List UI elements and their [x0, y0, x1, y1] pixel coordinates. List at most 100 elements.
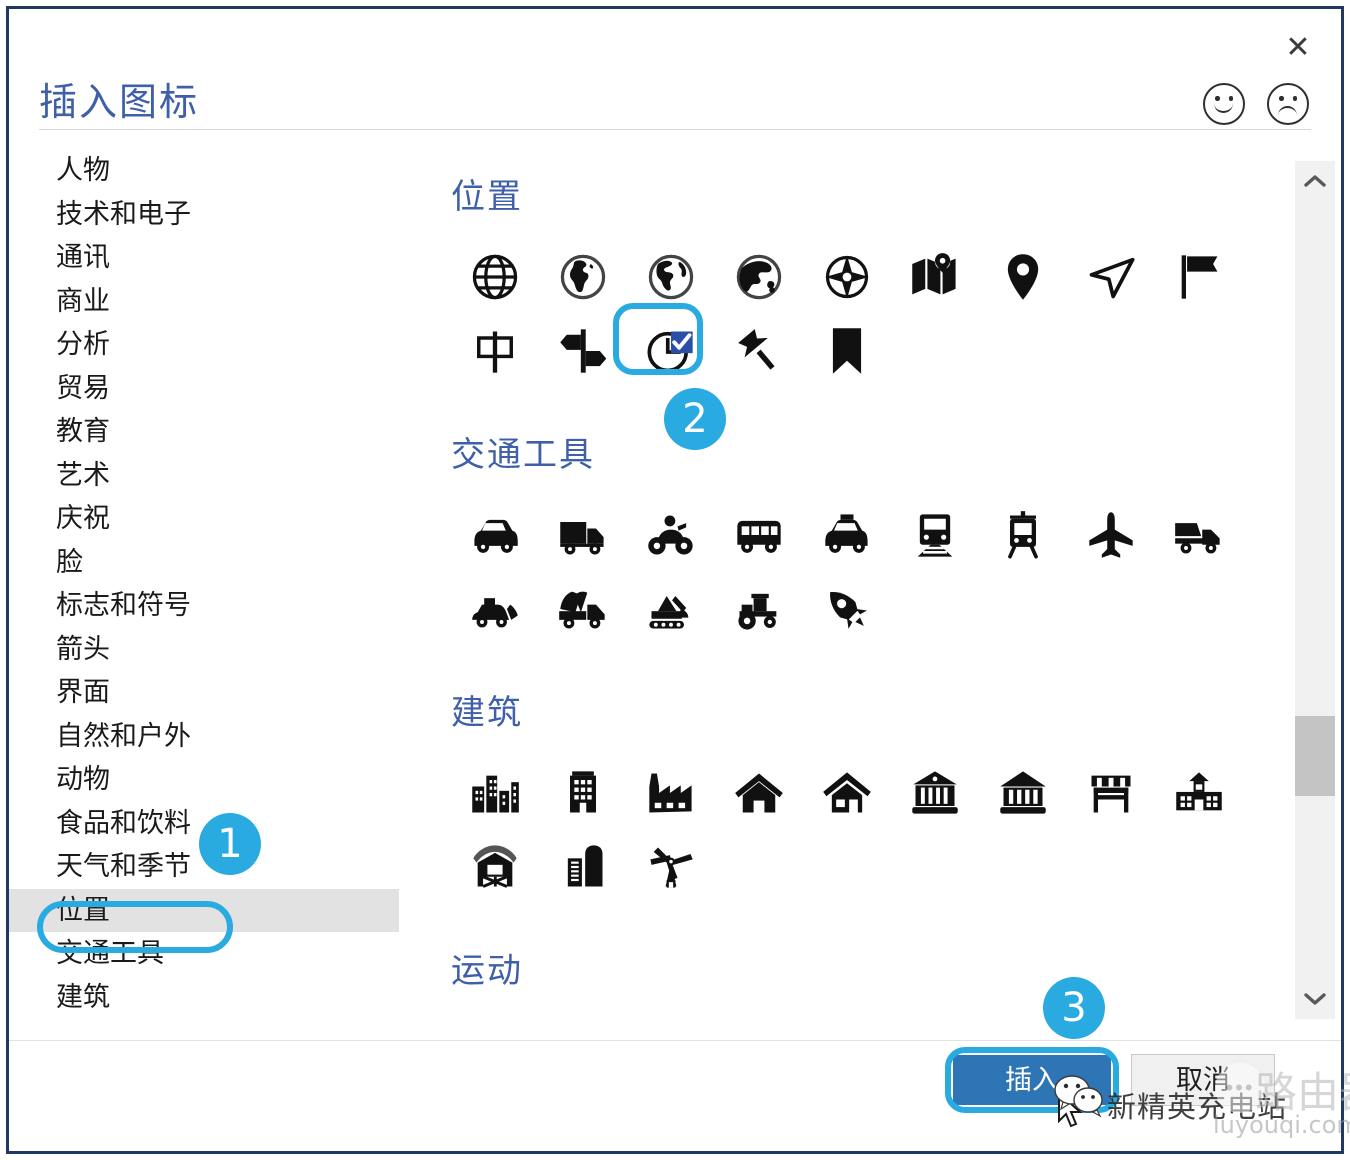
smiley-eye-left — [1215, 96, 1220, 101]
cement-mixer-icon[interactable] — [539, 572, 627, 646]
annotation-badge-3: 3 — [1043, 977, 1105, 1039]
signpost-icon[interactable] — [451, 314, 539, 388]
sidebar-item-label: 建筑 — [56, 982, 110, 1012]
bookmark-icon[interactable] — [803, 314, 891, 388]
tram-icon[interactable] — [979, 498, 1067, 572]
gallery-scrollbar[interactable] — [1295, 161, 1335, 1019]
globe-wireframe-icon[interactable] — [451, 240, 539, 314]
icon-row-group — [451, 498, 1261, 646]
scroll-down-arrow[interactable] — [1295, 979, 1335, 1019]
site-watermark-url: luyouqi.com — [1213, 1111, 1350, 1139]
sidebar-item-6[interactable]: 教育 — [9, 410, 429, 454]
sidebar-item-4[interactable]: 分析 — [9, 323, 429, 367]
snowplow-icon[interactable] — [451, 572, 539, 646]
city-skyline-icon[interactable] — [451, 756, 539, 830]
annotation-badge-1: 1 — [199, 813, 261, 875]
globe-asia-icon[interactable] — [715, 240, 803, 314]
sidebar-item-13[interactable]: 自然和户外 — [9, 715, 429, 759]
icon-section-1: 交通工具 — [451, 427, 1261, 646]
flag-icon[interactable] — [1155, 240, 1243, 314]
windmill-icon[interactable] — [627, 830, 715, 904]
icon-section-2: 建筑 — [451, 685, 1261, 904]
smiley-mouth — [1214, 103, 1233, 113]
category-list[interactable]: 人物技术和电子通讯商业分析贸易教育艺术庆祝脸标志和符号箭头界面自然和户外动物食品… — [9, 149, 429, 1029]
silo-icon[interactable] — [539, 830, 627, 904]
smiley-face-icon[interactable] — [1203, 83, 1245, 125]
icon-section-0: 位置 — [451, 169, 1261, 388]
home-roof-icon[interactable] — [803, 756, 891, 830]
sidebar-item-label: 通讯 — [56, 242, 110, 272]
pushpin-icon[interactable] — [715, 314, 803, 388]
sidebar-item-11[interactable]: 箭头 — [9, 628, 429, 672]
close-icon[interactable]: ✕ — [1281, 31, 1315, 65]
sidebar-item-label: 标志和符号 — [56, 590, 191, 620]
house-icon[interactable] — [715, 756, 803, 830]
frown-eye-right — [1293, 96, 1298, 101]
frown-eye-left — [1279, 96, 1284, 101]
sidebar-item-label: 商业 — [56, 286, 110, 316]
frowning-face-icon[interactable] — [1267, 83, 1309, 125]
annotation-badge-2: 2 — [664, 388, 726, 450]
scroll-up-arrow[interactable] — [1295, 161, 1335, 201]
sidebar-item-label: 自然和户外 — [56, 721, 191, 751]
sidebar-item-3[interactable]: 商业 — [9, 280, 429, 324]
bank-icon[interactable] — [891, 756, 979, 830]
sidebar-item-8[interactable]: 庆祝 — [9, 497, 429, 541]
section-title: 运动 — [451, 943, 1261, 992]
taxi-icon[interactable] — [803, 498, 891, 572]
storefront-icon[interactable] — [1067, 756, 1155, 830]
sidebar-item-14[interactable]: 动物 — [9, 758, 429, 802]
rocket-icon[interactable] — [803, 572, 891, 646]
excavator-icon[interactable] — [627, 572, 715, 646]
sidebar-item-label: 脸 — [56, 547, 83, 577]
sidebar-item-label: 庆祝 — [56, 503, 110, 533]
courthouse-icon[interactable] — [979, 756, 1067, 830]
sidebar-item-10[interactable]: 标志和符号 — [9, 584, 429, 628]
sidebar-item-1[interactable]: 技术和电子 — [9, 193, 429, 237]
school-icon[interactable] — [1155, 756, 1243, 830]
annotation-ring-category — [37, 901, 233, 953]
factory-icon[interactable] — [627, 756, 715, 830]
sidebar-item-label: 人物 — [56, 155, 110, 185]
footer-divider — [9, 1040, 1341, 1041]
insert-icons-dialog: ✕ 插入图标 人物技术和电子通讯商业分析贸易教育艺术庆祝脸标志和符号箭头界面自然… — [6, 6, 1344, 1154]
train-icon[interactable] — [891, 498, 979, 572]
office-tower-icon[interactable] — [539, 756, 627, 830]
sidebar-item-7[interactable]: 艺术 — [9, 454, 429, 498]
sidebar-item-0[interactable]: 人物 — [9, 149, 429, 193]
dialog-title: 插入图标 — [39, 71, 199, 126]
delivery-truck-icon[interactable] — [539, 498, 627, 572]
sidebar-item-label: 教育 — [56, 416, 110, 446]
sidebar-item-12[interactable]: 界面 — [9, 671, 429, 715]
icon-gallery[interactable]: 位置交通工具建筑运动 — [429, 149, 1309, 1029]
folded-map-icon[interactable] — [891, 240, 979, 314]
sidebar-item-label: 天气和季节 — [56, 851, 191, 881]
section-title: 位置 — [451, 169, 1261, 218]
site-watermark-dots: ••• — [1225, 1075, 1254, 1101]
sidebar-item-label: 食品和饮料 — [56, 808, 191, 838]
tractor-icon[interactable] — [715, 572, 803, 646]
sidebar-item-5[interactable]: 贸易 — [9, 367, 429, 411]
dump-truck-icon[interactable] — [1155, 498, 1243, 572]
sidebar-item-9[interactable]: 脸 — [9, 541, 429, 585]
quad-bike-icon[interactable] — [627, 498, 715, 572]
airplane-icon[interactable] — [1067, 498, 1155, 572]
annotation-ring-icon — [613, 303, 703, 375]
scrollbar-thumb[interactable] — [1295, 716, 1335, 796]
sidebar-item-label: 贸易 — [56, 373, 110, 403]
sidebar-item-label: 技术和电子 — [56, 199, 191, 229]
sidebar-item-19[interactable]: 建筑 — [9, 976, 429, 1020]
sidebar-item-label: 艺术 — [56, 460, 110, 490]
car-icon[interactable] — [451, 498, 539, 572]
icon-row-group — [451, 240, 1261, 388]
map-pin-icon[interactable] — [979, 240, 1067, 314]
navigation-arrow-icon[interactable] — [1067, 240, 1155, 314]
globe-africa-icon[interactable] — [539, 240, 627, 314]
barn-icon[interactable] — [451, 830, 539, 904]
minibus-icon[interactable] — [715, 498, 803, 572]
sidebar-item-label: 分析 — [56, 329, 110, 359]
sidebar-item-label: 动物 — [56, 764, 110, 794]
sidebar-item-2[interactable]: 通讯 — [9, 236, 429, 280]
compass-rose-icon[interactable] — [803, 240, 891, 314]
sidebar-item-label: 界面 — [56, 677, 110, 707]
